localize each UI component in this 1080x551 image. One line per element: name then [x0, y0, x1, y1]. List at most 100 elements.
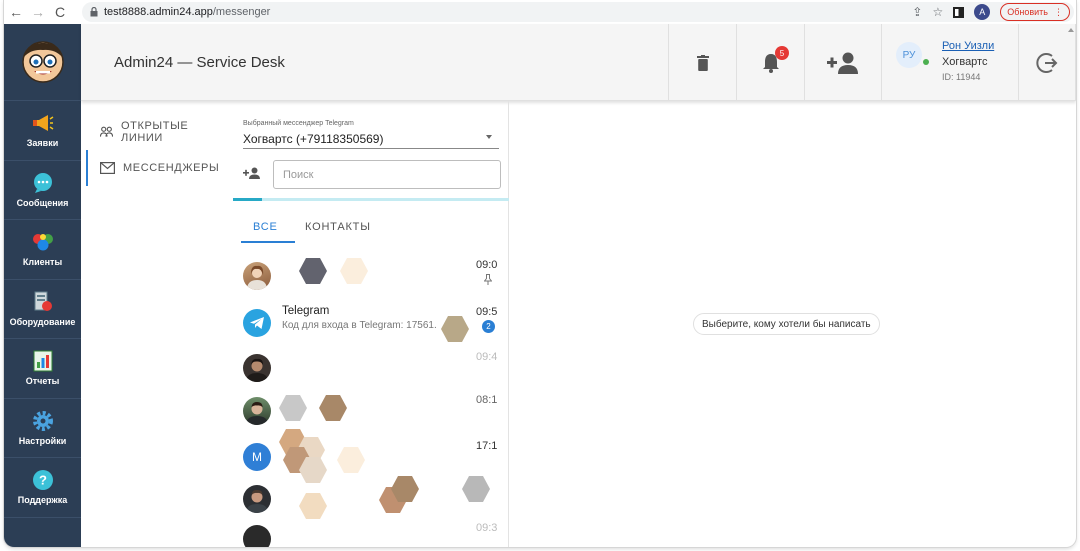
- progress-fill: [233, 198, 262, 201]
- chat-list-item[interactable]: Telegram Код для входа в Telegram: 17561…: [233, 299, 509, 346]
- sidebar-item-label: Клиенты: [22, 257, 63, 268]
- sidebar-item-reports[interactable]: Отчеты: [4, 339, 81, 399]
- sidebar-item-settings[interactable]: Настройки: [4, 399, 81, 458]
- update-label: Обновить: [1007, 7, 1048, 17]
- sidebar-item-requests[interactable]: Заявки: [4, 101, 81, 161]
- redaction-hexagon: [340, 258, 368, 284]
- scroll-up-arrow-icon[interactable]: [1068, 28, 1074, 32]
- sidebar-item-label: Оборудование: [9, 316, 76, 327]
- reload-icon[interactable]: C: [50, 2, 70, 22]
- redaction-hexagon: [391, 476, 419, 502]
- reports-icon: [32, 350, 54, 372]
- logo[interactable]: [4, 24, 81, 101]
- chat-snippet: Код для входа в Telegram: 17561.: [282, 320, 437, 331]
- app-header: Admin24 — Service Desk 5 РУ Рон Уизли Хо…: [81, 24, 1076, 101]
- contact-avatar: [243, 525, 271, 547]
- tab-all[interactable]: ВСЕ: [253, 221, 278, 233]
- contact-avatar: [243, 485, 271, 513]
- user-name-link[interactable]: Рон Уизли: [942, 40, 994, 52]
- page-title: Admin24 — Service Desk: [114, 54, 285, 71]
- update-button[interactable]: Обновить ⋮: [1000, 3, 1070, 21]
- messenger-select-label: Выбранный мессенджер Telegram: [243, 120, 354, 127]
- trash-icon: [696, 54, 709, 71]
- loading-progress-bar: [233, 198, 509, 201]
- app-window: ← → C test8888.admin24.app/messenger ⇪ ☆…: [4, 0, 1076, 547]
- contact-avatar: М: [243, 443, 271, 471]
- messenger-select[interactable]: Хогвартс (+79118350569): [243, 132, 383, 146]
- contact-avatar: [243, 262, 271, 290]
- address-bar[interactable]: test8888.admin24.app/messenger ⇪ ☆ A Обн…: [82, 2, 1074, 22]
- sidebar-item-clients[interactable]: Клиенты: [4, 220, 81, 280]
- add-user-icon: [827, 52, 858, 74]
- equipment-icon: [32, 291, 54, 313]
- unread-count-badge: 2: [482, 320, 495, 333]
- sidebar-item-messages[interactable]: Сообщения: [4, 161, 81, 220]
- notifications-button[interactable]: 5: [736, 24, 804, 101]
- side-panel-icon[interactable]: [953, 6, 965, 18]
- share-icon[interactable]: ⇪: [912, 5, 922, 19]
- subnav-item-label: МЕССЕНДЖЕРЫ: [123, 162, 220, 174]
- telegram-avatar: [243, 309, 271, 337]
- gear-icon: [32, 410, 54, 432]
- subnav-item-label: ОТКРЫТЫЕ ЛИНИИ: [121, 120, 189, 144]
- redaction-hexagon: [441, 316, 469, 342]
- messenger-subnav: ОТКРЫТЫЕ ЛИНИИ МЕССЕНДЖЕРЫ: [86, 114, 226, 186]
- app-sidebar: Заявки Сообщения Клиенты Оборудование От…: [4, 24, 81, 547]
- redaction-hexagon: [462, 476, 490, 502]
- chat-time: 09:5: [476, 306, 498, 318]
- chat-list-item[interactable]: 09:4: [233, 344, 509, 391]
- user-id: ID: 11944: [942, 72, 981, 82]
- redaction-hexagon: [319, 395, 347, 421]
- chat-time: 09:3: [476, 522, 498, 534]
- user-avatar: РУ: [896, 42, 922, 68]
- lock-icon: [90, 7, 98, 17]
- tab-contacts[interactable]: КОНТАКТЫ: [305, 221, 371, 233]
- user-profile[interactable]: РУ Рон Уизли Хогвартс ID: 11944: [881, 24, 1018, 101]
- chat-list-item[interactable]: М 17:1: [233, 429, 509, 483]
- browser-toolbar: ← → C test8888.admin24.app/messenger ⇪ ☆…: [4, 0, 1076, 24]
- subnav-item-open-lines[interactable]: ОТКРЫТЫЕ ЛИНИИ: [86, 114, 226, 150]
- logout-button[interactable]: [1018, 24, 1076, 101]
- logo-mascot-icon: [21, 41, 64, 83]
- search-input[interactable]: [273, 160, 501, 189]
- chat-list-item[interactable]: 09:0: [233, 252, 509, 299]
- url-host: test8888.admin24.app: [104, 6, 213, 18]
- redaction-hexagon: [337, 447, 365, 473]
- empty-state-hint: Выберите, кому хотели бы написать: [693, 313, 880, 335]
- profile-avatar[interactable]: A: [974, 4, 991, 20]
- contact-avatar: [243, 397, 271, 425]
- chat-time: 17:1: [476, 440, 498, 452]
- sidebar-item-label: Сообщения: [16, 197, 69, 208]
- chat-time: 09:0: [476, 259, 498, 271]
- contact-avatar: [243, 354, 271, 382]
- redaction-hexagon: [299, 258, 327, 284]
- add-user-button[interactable]: [804, 24, 881, 101]
- redaction-hexagon: [279, 395, 307, 421]
- sidebar-item-label: Настройки: [18, 435, 67, 446]
- notifications-count-badge: 5: [775, 46, 789, 60]
- user-organization: Хогвартс: [942, 56, 988, 68]
- add-contact-icon[interactable]: [243, 167, 260, 179]
- sidebar-item-support[interactable]: ? Поддержка: [4, 458, 81, 518]
- chat-list-item[interactable]: 08:1: [233, 387, 509, 434]
- chat-bubble-icon: [32, 172, 54, 194]
- logout-icon: [1036, 52, 1058, 73]
- clients-icon: [32, 231, 54, 253]
- kebab-menu-icon: ⋮: [1054, 6, 1063, 17]
- dropdown-arrow-icon[interactable]: [486, 135, 492, 139]
- svg-text:?: ?: [39, 473, 47, 488]
- trash-button[interactable]: [668, 24, 736, 101]
- select-underline: [243, 148, 499, 149]
- bookmark-star-icon[interactable]: ☆: [932, 5, 943, 19]
- back-icon[interactable]: ←: [6, 2, 26, 22]
- forward-icon[interactable]: →: [28, 2, 48, 22]
- url-path: /messenger: [212, 6, 271, 18]
- megaphone-icon: [32, 112, 54, 134]
- subnav-item-messengers[interactable]: МЕССЕНДЖЕРЫ: [86, 150, 226, 186]
- telegram-icon: [250, 317, 264, 329]
- chat-time: 09:4: [476, 351, 498, 363]
- sidebar-item-equipment[interactable]: Оборудование: [4, 280, 81, 339]
- chat-list-panel: Выбранный мессенджер Telegram Хогвартс (…: [233, 101, 509, 547]
- chat-time: 08:1: [476, 394, 498, 406]
- chat-list-item[interactable]: 09:3: [233, 515, 509, 547]
